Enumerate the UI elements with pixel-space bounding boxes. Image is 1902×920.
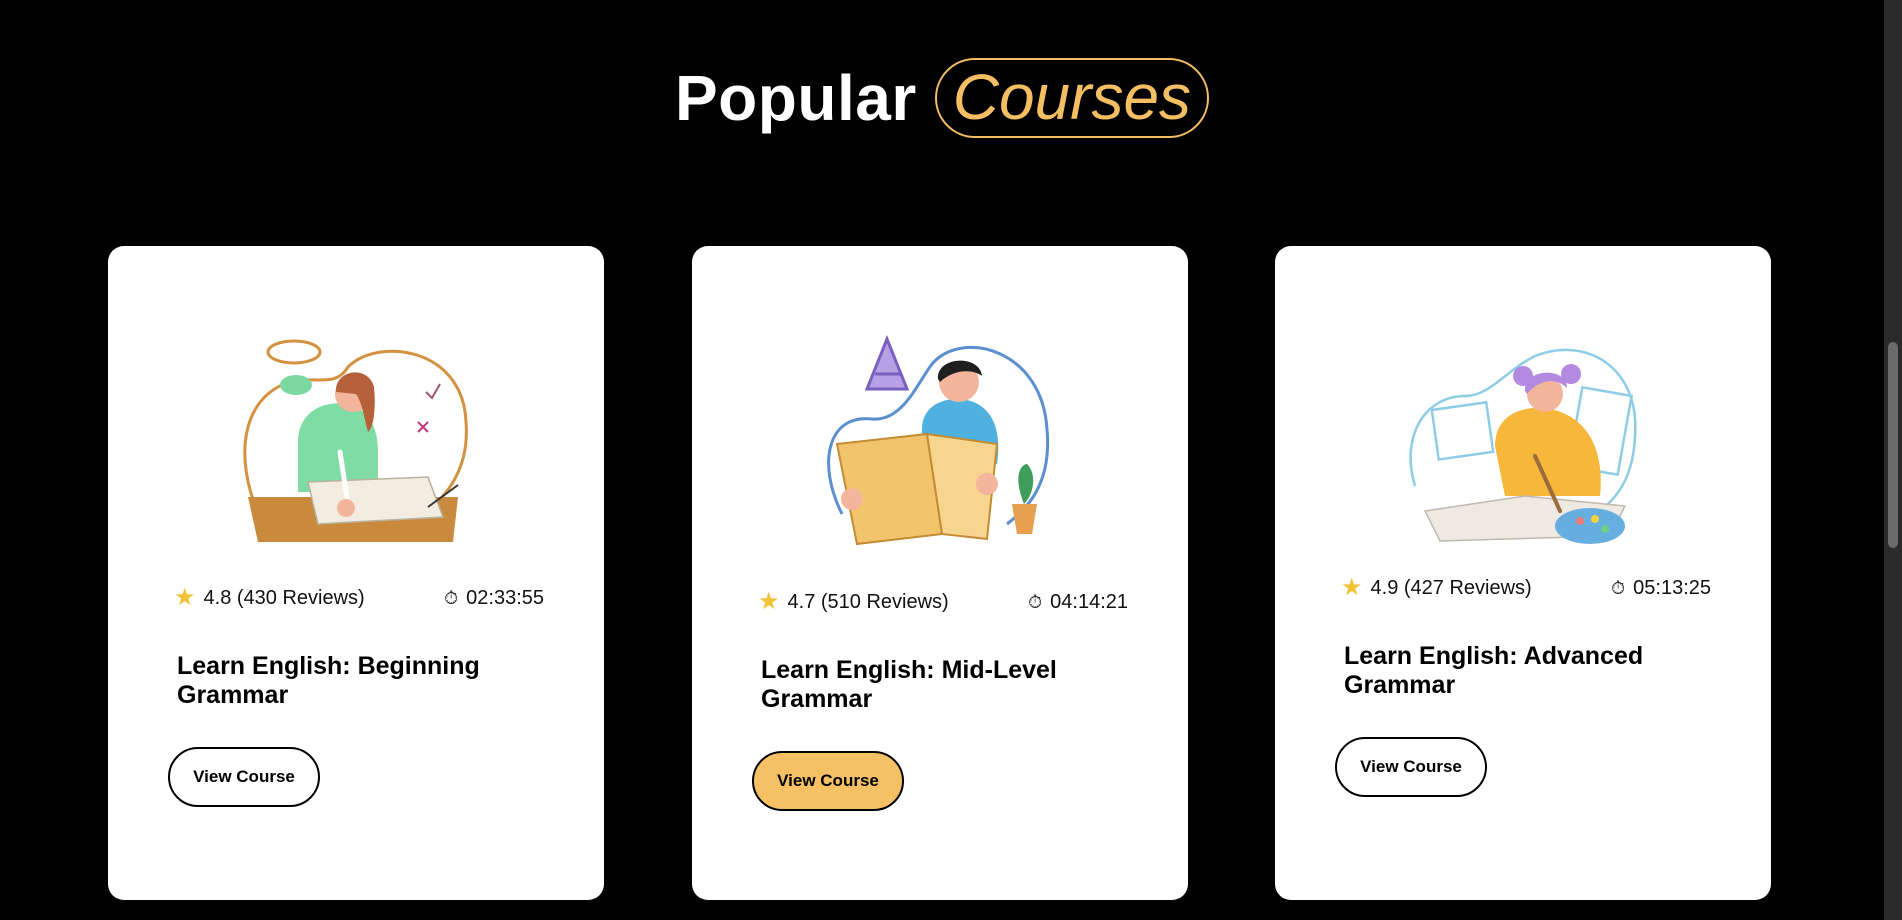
section-heading: Popular Courses [0, 58, 1884, 138]
course-duration: 05:13:25 [1633, 576, 1711, 599]
course-meta: ★ 4.7 (510 Reviews) ⏱ 04:14:21 [758, 590, 1128, 614]
page: Popular Courses ★ 4.8 (430 Reviews) ⏱ 02… [0, 0, 1902, 920]
star-icon: ★ [1341, 574, 1363, 601]
course-rating: 4.9 (427 Reviews) [1370, 576, 1532, 599]
course-meta: ★ 4.8 (430 Reviews) ⏱ 02:33:55 [174, 586, 544, 610]
course-title: Learn English: Beginning Grammar [177, 652, 480, 709]
course-rating: 4.7 (510 Reviews) [787, 590, 949, 613]
heading-highlight-text: Courses [934, 58, 1210, 138]
course-duration: 04:14:21 [1050, 590, 1128, 613]
stopwatch-icon: ⏱ [1028, 592, 1043, 612]
course-card: ★ 4.8 (430 Reviews) ⏱ 02:33:55 Learn Eng… [108, 246, 604, 900]
view-course-button[interactable]: View Course [168, 747, 320, 807]
star-icon: ★ [174, 584, 196, 611]
scrollbar-thumb[interactable] [1888, 342, 1898, 548]
course-rating: 4.8 (430 Reviews) [203, 586, 365, 609]
course-card: ★ 4.9 (427 Reviews) ⏱ 05:13:25 Learn Eng… [1275, 246, 1771, 900]
view-course-button[interactable]: View Course [1335, 737, 1487, 797]
girl-writing-math-illustration [243, 339, 468, 542]
girl-painting-illustration [1409, 348, 1637, 544]
boy-reading-book-illustration [827, 334, 1050, 546]
stopwatch-icon: ⏱ [444, 588, 459, 608]
view-course-button[interactable]: View Course [752, 751, 904, 811]
stopwatch-icon: ⏱ [1611, 578, 1626, 598]
heading-main-text: Popular [674, 62, 917, 134]
star-icon: ★ [758, 588, 780, 615]
vertical-scrollbar[interactable] [1884, 0, 1902, 920]
course-card: ★ 4.7 (510 Reviews) ⏱ 04:14:21 Learn Eng… [692, 246, 1188, 900]
course-duration: 02:33:55 [466, 586, 544, 609]
course-meta: ★ 4.9 (427 Reviews) ⏱ 05:13:25 [1341, 576, 1711, 600]
course-title: Learn English: Mid-Level Grammar [761, 656, 1057, 713]
course-title: Learn English: Advanced Grammar [1344, 642, 1644, 699]
